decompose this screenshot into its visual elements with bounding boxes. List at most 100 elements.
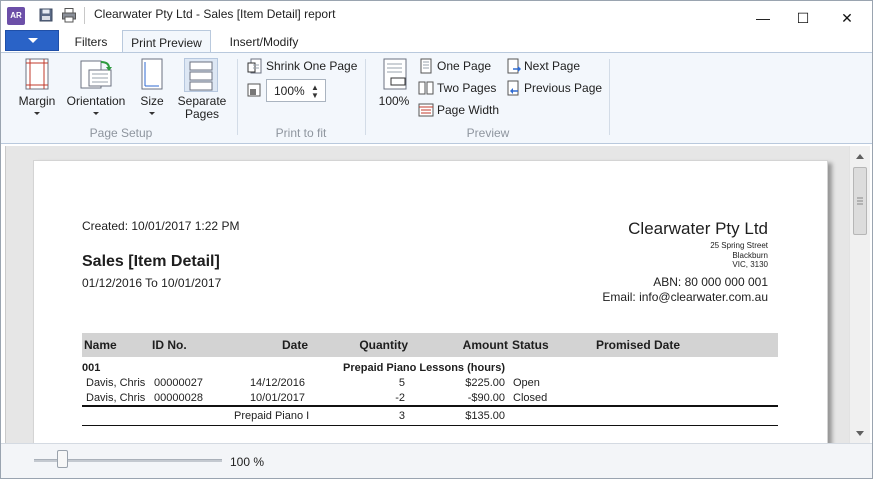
row-name: Davis, Chris [86, 392, 146, 404]
one-page-icon [418, 58, 434, 77]
tab-print-preview[interactable]: Print Preview [122, 30, 211, 53]
col-status-header: Status [512, 338, 549, 352]
zoom-fit-icon [247, 83, 261, 100]
maximize-button[interactable]: ☐ [783, 6, 823, 30]
zoom-100-label: 100% [378, 94, 410, 108]
tab-filters[interactable]: Filters [67, 32, 115, 53]
row-quantity: 5 [398, 377, 405, 389]
next-page-label: Next Page [524, 59, 581, 73]
page-width-label: Page Width [437, 103, 500, 117]
next-page-icon [506, 58, 522, 77]
minimize-button[interactable]: — [743, 6, 783, 30]
margin-button[interactable]: Margin [15, 55, 59, 117]
ribbon-panel: Margin Orientation Size Separate Pages P… [1, 52, 872, 144]
previous-page-button[interactable]: Previous Page [506, 80, 602, 97]
report-page: Created: 10/01/2017 1:22 PM Sales [Item … [33, 160, 828, 443]
print-preview-area[interactable]: Created: 10/01/2017 1:22 PM Sales [Item … [5, 146, 849, 443]
two-pages-button[interactable]: Two Pages [418, 80, 498, 97]
chevron-down-icon [34, 112, 40, 115]
zoom-level-label: 100 % [230, 455, 265, 469]
app-window: AR Clearwater Pty Ltd - Sales [Item Deta… [0, 0, 873, 479]
col-promised-date-header: Promised Date [596, 338, 681, 352]
zoom-slider-thumb[interactable] [57, 450, 68, 468]
separate-pages-button[interactable]: Separate Pages [175, 55, 229, 121]
company-abn: ABN: 80 000 000 001 [653, 275, 768, 289]
company-address-line2: Blackburn [732, 251, 768, 260]
row-name: Davis, Chris [86, 377, 146, 389]
row-amount: $225.00 [465, 377, 505, 389]
row-date: 14/12/2016 [249, 377, 305, 389]
size-button[interactable]: Size [135, 55, 169, 117]
zoom-percent-value: 100% [274, 84, 305, 98]
scroll-up-icon[interactable] [856, 154, 864, 159]
tab-insert-modify[interactable]: Insert/Modify [220, 32, 308, 53]
app-icon: AR [7, 7, 25, 25]
actual-size-icon [382, 58, 408, 93]
ribbon-tabstrip: Filters Print Preview Insert/Modify [1, 30, 872, 53]
status-bar: 100 % [1, 443, 872, 478]
application-menu-button[interactable] [5, 30, 59, 51]
page-width-button[interactable]: Page Width [418, 102, 502, 119]
shrink-one-page-button[interactable]: Shrink One Page [247, 58, 357, 75]
report-title: Sales [Item Detail] [82, 253, 220, 270]
report-date-range: 01/12/2016 To 10/01/2017 [82, 276, 222, 290]
separate-pages-label-line1: Separate [177, 94, 227, 108]
title-separator [84, 7, 85, 24]
orientation-label: Orientation [66, 94, 126, 108]
report-header-row: Name ID No. Date Quantity Amount Status … [82, 333, 778, 357]
separate-pages-icon [184, 58, 218, 92]
previous-page-label: Previous Page [524, 81, 603, 95]
col-id-header: ID No. [152, 338, 187, 352]
zoom-100-button[interactable]: 100% [377, 55, 411, 109]
row-id: 00000028 [154, 392, 203, 404]
chevron-down-icon [149, 112, 155, 115]
company-email: Email: info@clearwater.com.au [602, 290, 768, 304]
col-quantity-header: Quantity [359, 338, 408, 352]
title-bar: AR Clearwater Pty Ltd - Sales [Item Deta… [1, 1, 872, 30]
previous-page-icon [506, 80, 522, 99]
company-name: Clearwater Pty Ltd [628, 219, 768, 238]
report-created: Created: 10/01/2017 1:22 PM [82, 219, 240, 233]
ribbon-separator [237, 59, 238, 135]
group-code: 001 [82, 362, 101, 374]
page-size-icon [140, 58, 164, 93]
subtotal-amount: $135.00 [465, 410, 505, 422]
page-width-icon [418, 102, 434, 121]
margin-icon [24, 58, 50, 93]
ribbon-separator [365, 59, 366, 135]
row-date: 10/01/2017 [249, 392, 305, 404]
subtotal-bottom-rule [82, 425, 778, 426]
stepper-down-icon[interactable]: ▼ [311, 91, 319, 100]
save-icon[interactable] [38, 7, 54, 23]
subtotal-label: Prepaid Piano I [234, 410, 310, 422]
row-id: 00000027 [154, 377, 203, 389]
size-label: Size [140, 94, 164, 108]
page-setup-group-label: Page Setup [89, 126, 153, 140]
chevron-down-icon [93, 112, 99, 115]
scroll-down-icon[interactable] [856, 431, 864, 436]
separate-pages-label-line2: Pages [184, 107, 220, 121]
orientation-button[interactable]: Orientation [64, 55, 128, 117]
vertical-scrollbar[interactable] [849, 146, 870, 443]
shrink-page-icon [247, 58, 263, 77]
one-page-button[interactable]: One Page [418, 58, 498, 75]
scrollbar-thumb[interactable] [853, 167, 867, 235]
shrink-one-page-label: Shrink One Page [266, 59, 358, 73]
two-pages-label: Two Pages [437, 81, 497, 95]
two-pages-icon [418, 80, 434, 99]
chevron-down-icon [28, 38, 38, 43]
print-icon[interactable] [61, 7, 77, 23]
margin-label: Margin [18, 94, 56, 108]
one-page-label: One Page [437, 59, 492, 73]
col-date-header: Date [281, 338, 308, 352]
close-button[interactable]: ✕ [827, 6, 867, 30]
orientation-icon [79, 58, 113, 93]
preview-group-label: Preview [466, 126, 510, 140]
subtotal-quantity: 3 [398, 410, 405, 422]
row-amount: -$90.00 [467, 392, 505, 404]
zoom-percent-stepper[interactable]: 100% ▲ ▼ [266, 79, 326, 102]
window-title: Clearwater Pty Ltd - Sales [Item Detail]… [94, 7, 336, 21]
next-page-button[interactable]: Next Page [506, 58, 586, 75]
row-status: Closed [513, 392, 548, 404]
row-quantity: -2 [395, 392, 405, 404]
